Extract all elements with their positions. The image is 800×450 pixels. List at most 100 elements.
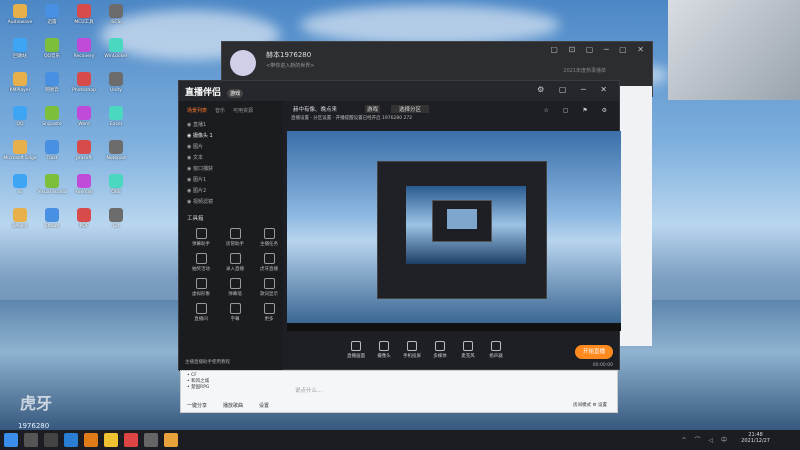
source-button[interactable]: 摄像头 [371,341,397,359]
windows-start-icon[interactable] [4,433,18,447]
desktop-icon[interactable]: QQ [2,106,38,127]
desktop-icon[interactable]: Notepad [98,140,134,161]
app-icon [45,106,59,120]
room-title[interactable]: 赫中有像、晚点来 [293,105,337,113]
chat-window-controls[interactable]: ▢ ⊡ ▢ ─ ▢ ✕ [550,45,648,54]
desktop-icon[interactable]: Recovery [66,38,102,59]
scene-item[interactable]: ◉ 直播1 [179,120,283,131]
chat-action[interactable]: 播放歌曲 [223,403,243,409]
desktop-icon[interactable]: Photoshop [66,72,102,93]
tool-item[interactable]: 弹幕助手 [185,228,217,247]
tool-item[interactable]: 录入直播 [219,253,251,272]
clock[interactable]: 21:48 2021/12/27 [741,432,770,444]
desktop-icon[interactable]: MCU工具 [66,4,102,25]
desktop-icon[interactable]: Foxmail [66,174,102,195]
live-streaming-window[interactable]: 直播伴侣 游戏 ⚙ ▢ ─ ✕ 场景列表 音乐 可用资源 ◉ 直播1 ◉ 摄像头 1 ◉… [178,80,621,371]
cloud [300,5,560,45]
tool-item[interactable]: 直播间 [185,303,217,322]
area-select-button[interactable]: 选择分区 [391,105,430,113]
tab[interactable]: 可用资源 [233,107,253,114]
desktop-icon[interactable]: Unity [98,72,134,93]
desktop-icon[interactable]: Git [98,208,134,229]
chat-bottom-right[interactable]: 房间模式 ⚙ 设置 [573,402,607,408]
avatar[interactable] [230,50,256,76]
scene-item[interactable]: ◉ 文本 [179,153,283,164]
system-tray[interactable]: ^ ⌒ ◁ 中 [682,435,730,444]
desktop-icon-label: MCU工具 [74,20,94,25]
scene-item[interactable]: ◉ 图片2 [179,186,283,197]
stream-preview[interactable] [287,131,621,331]
scene-item[interactable]: ◉ 视频滤镜 [179,197,283,208]
wallpaper-image [668,0,800,100]
scene-item[interactable]: ◉ 图片1 [179,175,283,186]
desktop-icon[interactable]: QQ音乐 [34,38,70,59]
tool-item[interactable]: 字幕 [219,303,251,322]
app-icon[interactable] [164,433,178,447]
desktop-icon[interactable]: 网易云 [34,72,70,93]
tool-label: 虚拟形象 [192,292,210,297]
user-list-item[interactable]: • 楚国RPG [187,385,209,391]
scene-item[interactable]: ◉ 摄像头 1 [179,131,283,142]
tool-icon [263,253,275,264]
app-icon [77,38,91,52]
source-button[interactable]: 扬声器 [483,341,509,359]
tool-item[interactable]: 房管助手 [219,228,251,247]
desktop-icon[interactable]: Steam [34,208,70,229]
tab[interactable]: 场景列表 [187,107,207,114]
desktop-icon[interactable]: Audiowave [2,4,38,25]
desktop-icon[interactable]: Visual Studio [34,174,70,195]
app-icon [109,208,123,222]
notice-link[interactable]: 主播直播助手使用教程 [185,359,230,365]
desktop-icon[interactable]: Jirasoft [66,140,102,161]
tool-item[interactable]: 更多 [253,303,285,322]
desktop-icon[interactable]: PDF [66,208,102,229]
scene-item[interactable]: ◉ 图片 [179,142,283,153]
tool-item[interactable]: 主播任务 [253,228,285,247]
toolbox-title: 工具箱 [187,216,204,222]
window-controls[interactable]: ⚙ ▢ ─ ✕ [537,85,613,94]
desktop-icon[interactable]: WinLocker [98,38,134,59]
source-button[interactable]: 手机投屏 [399,341,425,359]
desktop-icon[interactable]: KMPlayer [2,72,38,93]
tab[interactable]: 音乐 [215,107,225,114]
search-icon[interactable] [24,433,38,447]
tool-item[interactable]: 虚拟形象 [185,278,217,297]
app-icon[interactable] [144,433,158,447]
folder-icon[interactable] [104,433,118,447]
chat-action[interactable]: 一键分享 [187,403,207,409]
chat-input[interactable]: 说点什么... [295,385,535,397]
desktop-icon[interactable]: Excel [98,106,134,127]
desktop-icon[interactable]: Snipaste [34,106,70,127]
desktop-icon-label: Microsoft Edge [3,156,37,161]
desktop-icon[interactable]: OBS [98,174,134,195]
desktop-icon[interactable]: 迅雷 [34,4,70,25]
category-button[interactable]: 游戏 [365,105,381,113]
desktop-icon[interactable]: ISCSI [98,4,134,25]
tool-item[interactable]: 虎牙直播 [253,253,285,272]
desktop-icon-label: 网易云 [45,88,59,93]
task-view-icon[interactable] [44,433,58,447]
source-button[interactable]: 麦克风 [455,341,481,359]
desktop-icon[interactable]: IE [2,174,38,195]
source-label: 手机投屏 [403,354,421,359]
tool-item[interactable]: 弹幕墙 [219,278,251,297]
desktop-icon[interactable]: Word [66,106,102,127]
go-live-button[interactable]: 开始直播 [575,345,613,359]
top-icons[interactable]: ☆ ▢ ⚑ ⚙ [543,107,613,114]
desktop-icon[interactable]: 回收站 [2,38,38,59]
source-button[interactable]: 多媒体 [427,341,453,359]
source-button[interactable]: 直播画面 [343,341,369,359]
source-bar: 开始直播 00:00:00 直播画面 摄像头 手机投屏 多媒体 麦克风 扬声器 [283,337,621,371]
tool-item[interactable]: 抽奖活动 [185,253,217,272]
app-icon[interactable] [124,433,138,447]
edge-icon[interactable] [64,433,78,447]
scene-item[interactable]: ◉ 窗口捕获 [179,164,283,175]
app-icon[interactable] [84,433,98,447]
overlay-logo: 虎牙 [20,394,53,413]
tool-item[interactable]: 歌词显示 [253,278,285,297]
desktop-icon[interactable]: Weixin [2,208,38,229]
app-icon [45,208,59,222]
chat-action[interactable]: 设置 [259,403,269,409]
desktop-icon[interactable]: Trust [34,140,70,161]
desktop-icon[interactable]: Microsoft Edge [2,140,38,161]
